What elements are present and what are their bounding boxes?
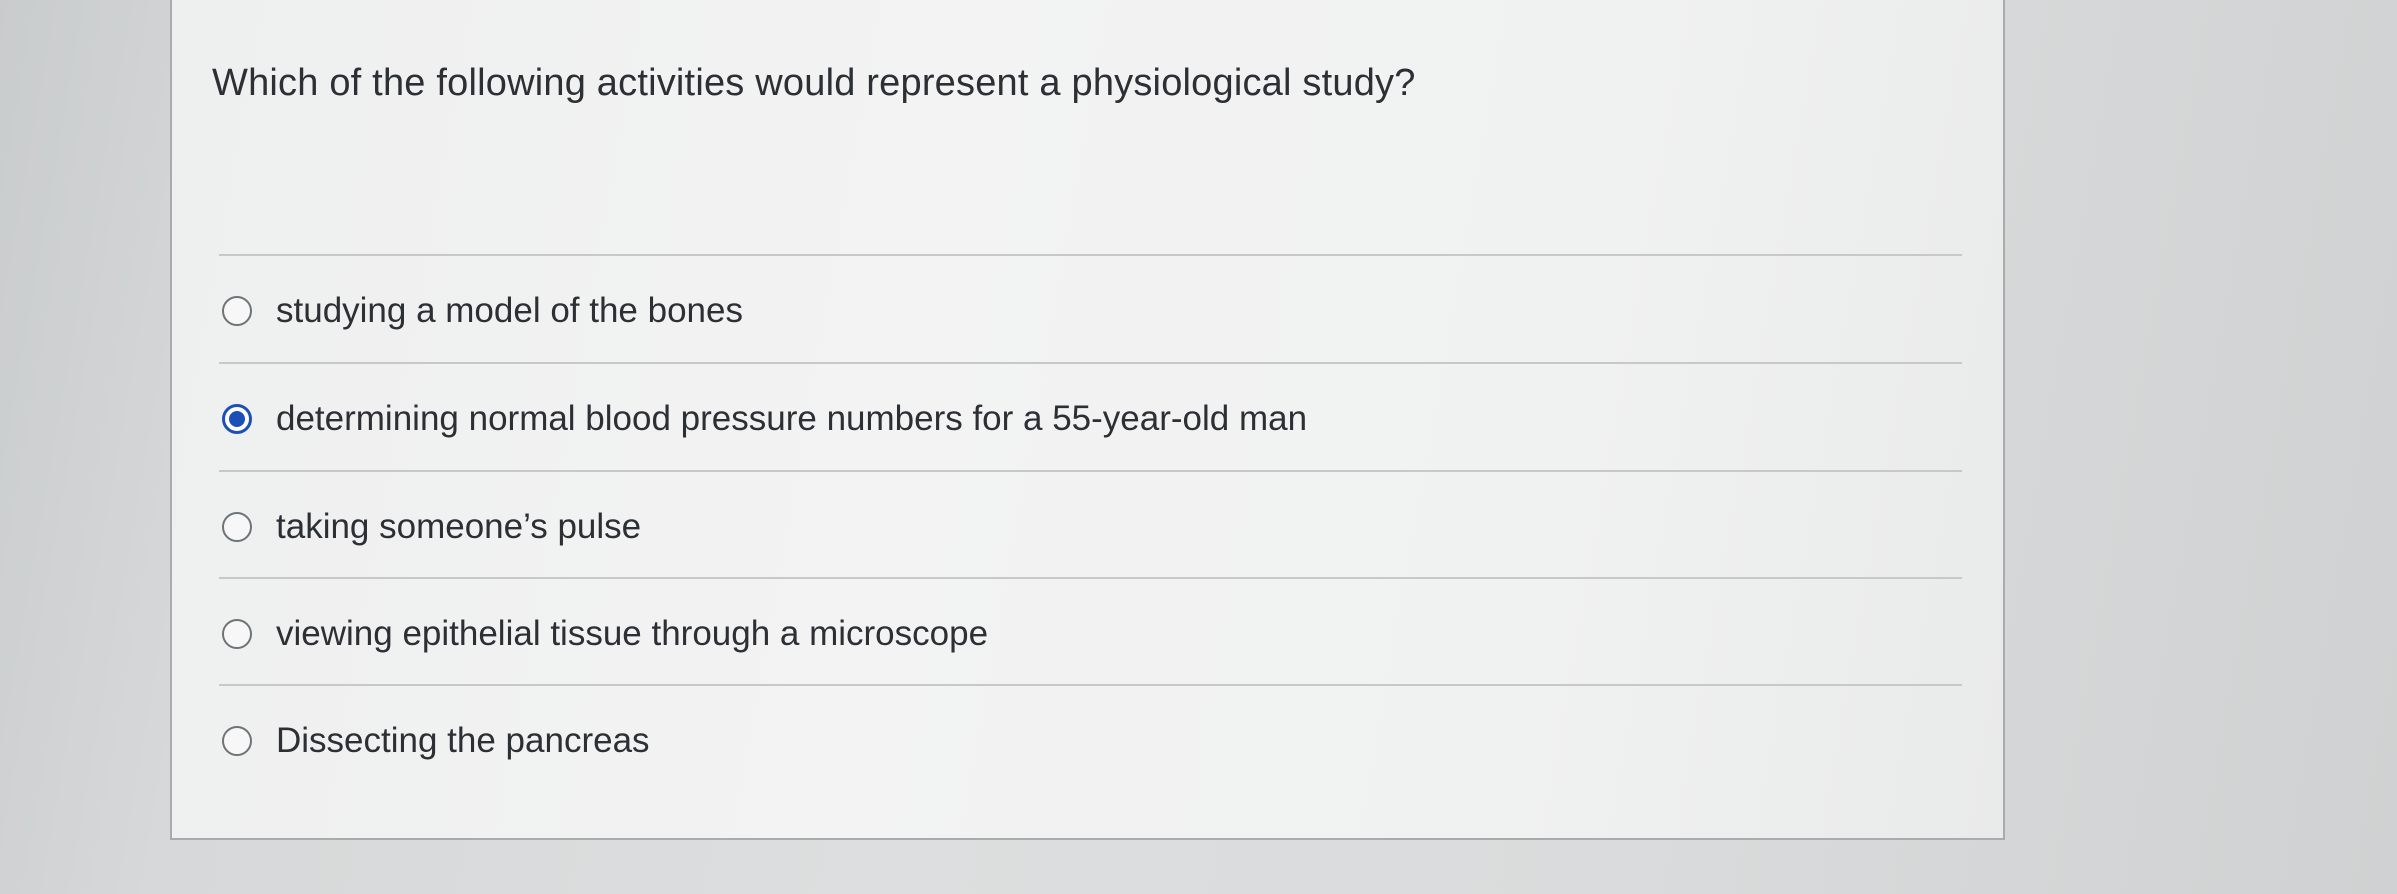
radio-button-1[interactable] (222, 296, 252, 326)
radio-button-3[interactable] (222, 512, 252, 542)
answer-option-1[interactable]: studying a model of the bones (222, 281, 743, 341)
divider (219, 362, 1962, 364)
radio-button-5[interactable] (222, 726, 252, 756)
answer-option-4-label: viewing epithelial tissue through a micr… (276, 614, 989, 653)
answer-option-5[interactable]: Dissecting the pancreas (222, 711, 650, 771)
question-text: Which of the following activities would … (212, 62, 1416, 104)
question-card: Which of the following activities would … (170, 0, 2005, 840)
answer-option-1-label: studying a model of the bones (276, 291, 743, 330)
divider (219, 254, 1962, 256)
answer-option-2-label: determining normal blood pressure number… (276, 399, 1308, 438)
divider (219, 470, 1962, 472)
radio-button-2-selected[interactable] (222, 404, 252, 434)
divider (219, 577, 1962, 579)
divider (219, 684, 1962, 686)
radio-button-4[interactable] (222, 619, 252, 649)
answer-option-5-label: Dissecting the pancreas (276, 721, 650, 760)
answer-option-2[interactable]: determining normal blood pressure number… (222, 389, 1307, 449)
answer-option-3-label: taking someone’s pulse (276, 507, 642, 546)
answer-option-3[interactable]: taking someone’s pulse (222, 497, 641, 557)
answer-option-4[interactable]: viewing epithelial tissue through a micr… (222, 604, 988, 664)
